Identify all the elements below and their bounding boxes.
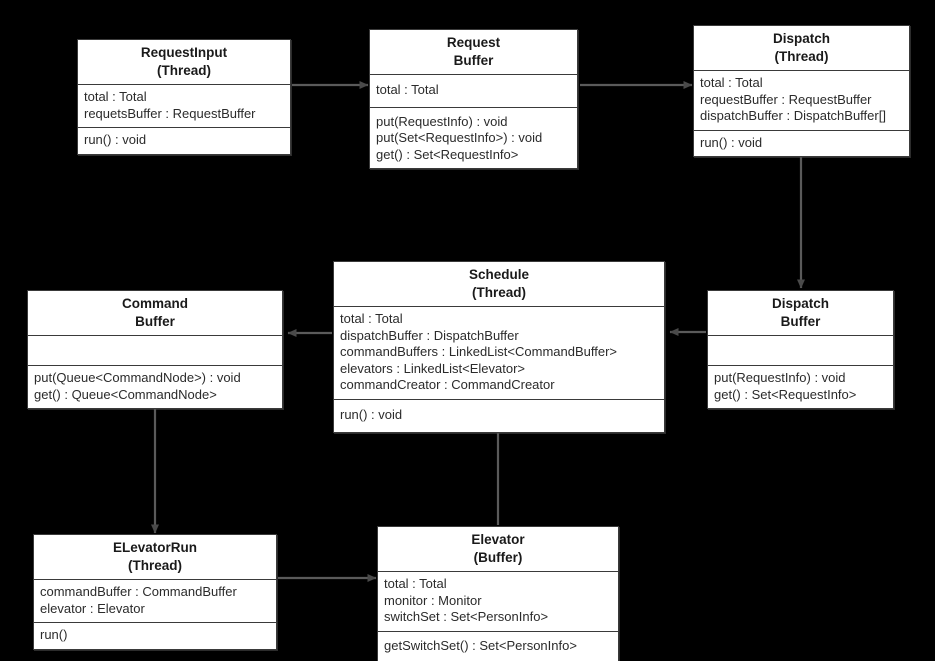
class-attributes-dispatch-buffer: [708, 336, 893, 366]
class-operations-request-buffer: put(RequestInfo) : void put(Set<RequestI…: [370, 108, 577, 169]
class-header-elevator: Elevator (Buffer): [378, 527, 618, 572]
class-operations-request-input: run() : void: [78, 128, 290, 154]
class-attributes-dispatch: total : Total requestBuffer : RequestBuf…: [694, 71, 909, 131]
class-name-elevator: Elevator: [471, 532, 525, 547]
attribute-line: elevator : Elevator: [40, 600, 145, 616]
class-box-dispatch[interactable]: Dispatch (Thread) total : Total requestBu…: [693, 25, 910, 157]
class-stereotype-request-buffer: Buffer: [453, 53, 494, 68]
attribute-line: total : Total: [84, 89, 147, 104]
class-box-request-input[interactable]: RequestInput (Thread) total : Total reque…: [77, 39, 291, 155]
attribute-line: dispatchBuffer : DispatchBuffer[]: [700, 108, 886, 123]
attribute-line: monitor : Monitor: [384, 592, 482, 608]
attribute-line: total : Total: [700, 75, 763, 90]
class-stereotype-dispatch: (Thread): [774, 49, 829, 64]
class-header-elevator-run: ELevatorRun (Thread): [34, 535, 276, 580]
uml-diagram-canvas: RequestInput (Thread) total : Total reque…: [0, 0, 935, 661]
class-attributes-elevator: total : Total monitor : Monitor switchSe…: [378, 572, 618, 632]
attribute-line: switchSet : Set<PersonInfo>: [384, 609, 549, 624]
operation-line: run(): [40, 627, 68, 642]
class-operations-schedule: run() : void: [334, 400, 664, 433]
class-attributes-command-buffer: [28, 336, 282, 366]
attribute-line: dispatchBuffer : DispatchBuffer: [340, 327, 519, 343]
class-name-elevator-run: ELevatorRun: [112, 540, 197, 555]
class-box-schedule[interactable]: Schedule (Thread) total : Total dispatchB…: [333, 261, 665, 433]
class-operations-command-buffer: put(Queue<CommandNode>) : void get() : Q…: [28, 366, 282, 408]
class-stereotype-request-input: (Thread): [157, 63, 211, 78]
class-name-dispatch-buffer: Dispatch: [771, 296, 829, 311]
class-name-request-buffer: Request: [446, 35, 501, 50]
attribute-line: commandCreator : CommandCreator: [340, 377, 555, 392]
class-header-request-input: RequestInput (Thread): [78, 40, 290, 85]
operation-line: getSwitchSet() : Set<PersonInfo>: [384, 637, 577, 653]
attribute-line: total : Total: [384, 576, 447, 591]
class-stereotype-dispatch-buffer: Buffer: [780, 314, 821, 329]
class-attributes-schedule: total : Total dispatchBuffer : DispatchB…: [334, 307, 664, 400]
operation-line: put(RequestInfo) : void: [714, 370, 846, 385]
operation-line: get() : Set<RequestInfo>: [714, 386, 857, 402]
operation-line: put(Set<RequestInfo>) : void: [376, 130, 543, 145]
operation-line: put(Queue<CommandNode>) : void: [34, 370, 241, 385]
class-stereotype-schedule: (Thread): [472, 285, 526, 300]
class-name-command-buffer: Command: [121, 296, 188, 311]
class-name-dispatch: Dispatch: [772, 31, 830, 46]
class-operations-elevator-run: run(): [34, 623, 276, 649]
attribute-line: requestBuffer : RequestBuffer: [700, 91, 872, 107]
attribute-line: requetsBuffer : RequestBuffer: [84, 105, 256, 121]
attribute-line: commandBuffers : LinkedList<CommandBuffe…: [340, 344, 617, 359]
class-box-dispatch-buffer[interactable]: Dispatch Buffer put(RequestInfo) : void g…: [707, 290, 894, 409]
operation-line: run() : void: [84, 132, 147, 147]
class-box-elevator[interactable]: Elevator (Buffer) total : Total monitor :…: [377, 526, 619, 661]
attribute-line: total : Total: [340, 311, 403, 326]
attribute-line: total : Total: [376, 82, 439, 97]
class-name-schedule: Schedule: [468, 267, 530, 282]
class-box-command-buffer[interactable]: Command Buffer put(Queue<CommandNode>) : …: [27, 290, 283, 409]
class-header-request-buffer: Request Buffer: [370, 30, 577, 75]
class-header-dispatch-buffer: Dispatch Buffer: [708, 291, 893, 336]
operation-line: get() : Queue<CommandNode>: [34, 386, 217, 402]
attribute-line: elevators : LinkedList<Elevator>: [340, 360, 525, 376]
class-stereotype-elevator: (Buffer): [473, 550, 523, 565]
attribute-line: commandBuffer : CommandBuffer: [40, 584, 237, 599]
class-header-dispatch: Dispatch (Thread): [694, 26, 909, 71]
class-operations-dispatch: run() : void: [694, 131, 909, 157]
operation-line: put(RequestInfo) : void: [376, 113, 508, 129]
class-operations-dispatch-buffer: put(RequestInfo) : void get() : Set<Requ…: [708, 366, 893, 408]
class-header-schedule: Schedule (Thread): [334, 262, 664, 307]
class-stereotype-command-buffer: Buffer: [135, 314, 175, 329]
class-operations-elevator: getSwitchSet() : Set<PersonInfo>: [378, 632, 618, 661]
class-stereotype-elevator-run: (Thread): [128, 558, 182, 573]
operation-line: get() : Set<RequestInfo>: [376, 146, 519, 162]
class-attributes-request-input: total : Total requetsBuffer : RequestBuf…: [78, 85, 290, 128]
class-box-request-buffer[interactable]: Request Buffer total : Total put(RequestI…: [369, 29, 578, 169]
operation-line: run() : void: [340, 406, 403, 422]
operation-line: run() : void: [700, 134, 763, 150]
class-header-command-buffer: Command Buffer: [28, 291, 282, 336]
class-box-elevator-run[interactable]: ELevatorRun (Thread) commandBuffer : Comm…: [33, 534, 277, 650]
class-name-request-input: RequestInput: [140, 45, 228, 60]
class-attributes-request-buffer: total : Total: [370, 75, 577, 108]
class-attributes-elevator-run: commandBuffer : CommandBuffer elevator :…: [34, 580, 276, 623]
